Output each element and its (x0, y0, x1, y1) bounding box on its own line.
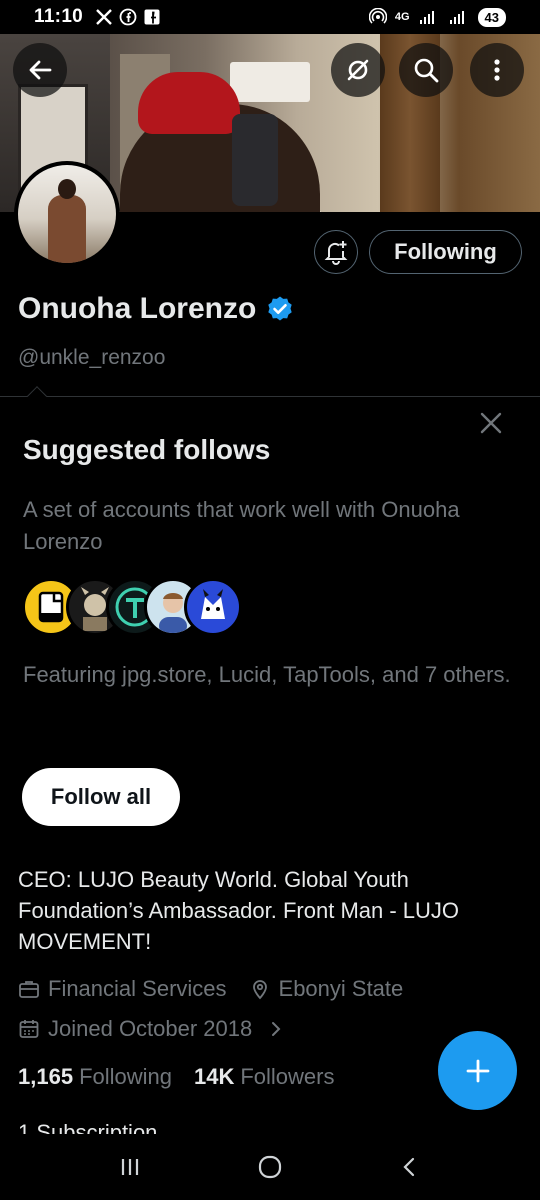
search-button[interactable] (399, 43, 453, 97)
profile-category[interactable]: Financial Services (48, 976, 227, 1002)
plus-icon (466, 1059, 489, 1082)
close-icon[interactable] (478, 410, 504, 436)
home-circle-icon (258, 1155, 282, 1179)
back-chevron-icon (403, 1157, 415, 1177)
home-button[interactable] (240, 1142, 300, 1192)
bell-plus-icon (324, 241, 348, 265)
avatar-husky[interactable] (184, 578, 242, 636)
more-icon (494, 59, 500, 81)
profile-name-row: Onuoha Lorenzo (18, 292, 294, 326)
briefcase-icon (19, 981, 39, 998)
x-app-icon (96, 9, 112, 25)
battery-indicator: 43 (477, 7, 506, 27)
system-navigation-bar (0, 1134, 540, 1200)
recent-apps-button[interactable] (100, 1142, 160, 1192)
profile-meta-row: Financial Services Ebonyi State (18, 976, 417, 1002)
status-time: 11:10 (34, 6, 84, 27)
profile-handle: @unkle_renzoo (18, 346, 166, 369)
status-bar: 11:10 4G 43 (0, 0, 540, 34)
facebook-square-icon (144, 9, 160, 25)
followers-count: 14K (194, 1064, 235, 1089)
featuring-text: Featuring jpg.store, Lucid, TapTools, an… (23, 662, 511, 687)
followers-count-link[interactable]: 14K Followers (194, 1064, 335, 1090)
profile-location: Ebonyi State (278, 976, 404, 1001)
suggested-follows-title: Suggested follows (23, 434, 271, 465)
network-type: 4G (394, 11, 410, 23)
suggested-follows-description: A set of accounts that work well with On… (23, 497, 460, 554)
following-button[interactable]: Following (369, 230, 522, 274)
profile-joined: Joined October 2018 (48, 1016, 253, 1041)
hotspot-icon (368, 8, 387, 24)
location-icon (252, 980, 267, 1000)
grok-button[interactable] (331, 43, 385, 97)
profile-bio: CEO: LUJO Beauty World. Global Youth Fou… (18, 867, 460, 954)
profile-counts: 1,165 Following 14K Followers (18, 1064, 335, 1090)
profile-name: Onuoha Lorenzo (18, 292, 257, 325)
facebook-icon (119, 8, 137, 26)
back-button[interactable] (13, 43, 67, 97)
search-icon (414, 58, 439, 83)
signal-icon (419, 11, 434, 24)
following-label: Following (79, 1064, 172, 1089)
more-options-button[interactable] (470, 43, 524, 97)
signal-icon-2 (449, 11, 464, 24)
recent-apps-icon (121, 1159, 139, 1175)
profile-joined-row[interactable]: Joined October 2018 (18, 1016, 286, 1042)
avatar[interactable] (14, 161, 120, 267)
divider (0, 396, 540, 397)
back-arrow-icon (29, 60, 52, 80)
verified-icon[interactable] (266, 295, 294, 323)
following-count-link[interactable]: 1,165 Following (18, 1064, 172, 1090)
back-nav-button[interactable] (380, 1142, 440, 1192)
compose-post-button[interactable] (438, 1031, 517, 1110)
caret-pointer (27, 386, 47, 406)
calendar-icon (19, 1020, 39, 1038)
followers-label: Followers (240, 1064, 335, 1089)
no-signal-icon (347, 59, 369, 81)
notifications-button[interactable] (314, 230, 358, 274)
chevron-right-icon (272, 1022, 281, 1036)
follow-all-button[interactable]: Follow all (22, 768, 180, 826)
following-count: 1,165 (18, 1064, 74, 1089)
subscription-peek[interactable]: 1 Subscription (18, 1120, 157, 1134)
